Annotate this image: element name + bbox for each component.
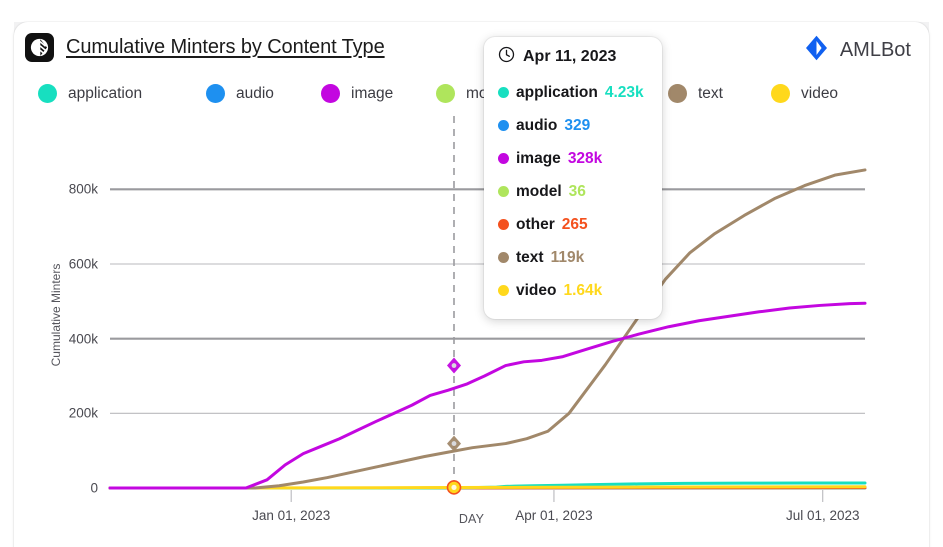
tooltip-series-name: other <box>516 215 555 233</box>
tooltip-swatch-image-icon <box>498 153 509 164</box>
y-tick-label: 0 <box>90 480 98 496</box>
plot-area: Cumulative Minters DAY 0 200k 400k 600k 800k… <box>14 22 929 547</box>
x-tick-label: Apr 01, 2023 <box>515 508 593 523</box>
tooltip-series-value: 328k <box>567 149 603 167</box>
page-right-gutter <box>929 0 943 547</box>
tooltip-row-video: video 1.64k <box>498 274 648 307</box>
tooltip-row-image: image 328k <box>498 142 648 175</box>
y-tick-label: 800k <box>68 181 98 197</box>
chart-canvas <box>108 116 867 502</box>
tooltip-swatch-application-icon <box>498 87 509 98</box>
tooltip-row-other: other 265 <box>498 208 648 241</box>
tooltip-series-name: audio <box>516 116 558 134</box>
tooltip-series-name: application <box>516 83 598 101</box>
y-tick-label: 600k <box>68 256 98 272</box>
page-top-strip <box>0 0 943 22</box>
tooltip-series-value: 329 <box>564 116 591 134</box>
tooltip-series-name: model <box>516 182 562 200</box>
tooltip-series-value: 36 <box>568 182 586 200</box>
tooltip-row-text: text 119k <box>498 241 648 274</box>
series-line-image[interactable] <box>108 301 867 490</box>
tooltip-date: Apr 11, 2023 <box>523 48 617 65</box>
tooltip-row-application: application 4.23k <box>498 76 648 109</box>
tooltip-swatch-audio-icon <box>498 120 509 131</box>
tooltip-series-name: text <box>516 248 544 266</box>
screenshot-root: Cumulative Minters by Content Type AMLBo… <box>0 0 943 547</box>
tooltip-series-value: 119k <box>550 248 585 266</box>
cursor-marker-core-video <box>451 484 457 490</box>
chart-tooltip: Apr 11, 2023 application 4.23k audio 329 ima… <box>484 37 662 319</box>
tooltip-series-value: 1.64k <box>563 281 603 299</box>
tooltip-swatch-video-icon <box>498 285 509 296</box>
cursor-marker-core-text <box>451 441 457 446</box>
y-tick-label: 200k <box>68 405 98 421</box>
tooltip-header: Apr 11, 2023 <box>498 46 648 68</box>
page-left-gutter <box>0 0 14 547</box>
tooltip-series-value: 4.23k <box>604 83 644 101</box>
x-tick-label: Jan 01, 2023 <box>252 508 331 523</box>
chart-card: Cumulative Minters by Content Type AMLBo… <box>14 22 929 547</box>
tooltip-swatch-model-icon <box>498 186 509 197</box>
cursor-marker-core-image <box>451 363 457 368</box>
tooltip-swatch-text-icon <box>498 252 509 263</box>
tooltip-series-name: image <box>516 149 561 167</box>
tooltip-swatch-other-icon <box>498 219 509 230</box>
tooltip-row-audio: audio 329 <box>498 109 648 142</box>
tooltip-series-value: 265 <box>561 215 588 233</box>
clock-icon <box>498 46 515 68</box>
tooltip-series-name: video <box>516 281 557 299</box>
tooltip-rows: application 4.23k audio 329 image 328k model 36… <box>498 76 648 307</box>
tooltip-row-model: model 36 <box>498 175 648 208</box>
y-tick-label: 400k <box>68 331 98 347</box>
x-tick-label: Jul 01, 2023 <box>785 508 860 523</box>
